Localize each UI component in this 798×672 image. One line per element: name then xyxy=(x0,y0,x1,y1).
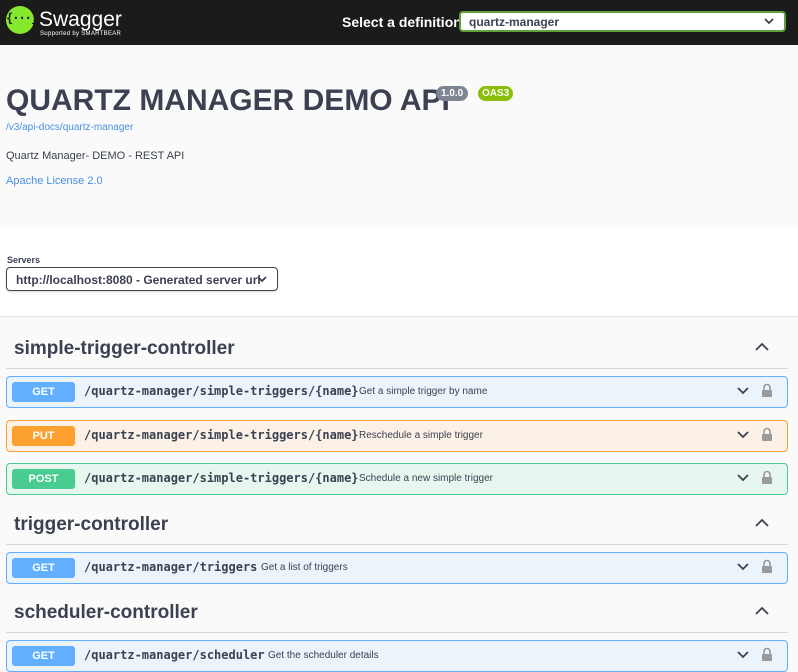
operation-post-simple-trigger[interactable]: POST /quartz-manager/simple-triggers/{na… xyxy=(6,463,788,495)
method-badge: PUT xyxy=(12,426,75,446)
chevron-down-icon xyxy=(257,276,267,283)
license-link[interactable]: Apache License 2.0 xyxy=(6,175,103,187)
swagger-logo-icon[interactable]: {···} xyxy=(6,6,38,34)
definition-selected-value: quartz-manager xyxy=(469,15,560,29)
tag-title: scheduler-controller xyxy=(14,602,198,623)
operation-summary: Schedule a new simple trigger xyxy=(359,473,493,484)
chevron-down-icon[interactable] xyxy=(736,430,750,440)
api-description: Quartz Manager- DEMO - REST API xyxy=(6,150,185,162)
definition-label: Select a definition xyxy=(342,14,462,30)
chevron-up-icon[interactable] xyxy=(754,518,770,528)
tag-title: simple-trigger-controller xyxy=(14,338,235,359)
chevron-down-icon[interactable] xyxy=(736,650,750,660)
operation-path: /quartz-manager/simple-triggers/{name} xyxy=(84,384,359,398)
lock-icon[interactable] xyxy=(761,470,773,485)
oas-badge: OAS3 xyxy=(478,86,514,101)
lock-icon[interactable] xyxy=(761,559,773,574)
operation-path: /quartz-manager/scheduler xyxy=(84,648,265,662)
chevron-up-icon[interactable] xyxy=(754,606,770,616)
servers-section: Servers http://localhost:8080 - Generate… xyxy=(0,228,798,317)
method-badge: GET xyxy=(12,382,75,402)
servers-label: Servers xyxy=(7,255,41,265)
lock-icon[interactable] xyxy=(761,383,773,398)
operation-path: /quartz-manager/triggers xyxy=(84,560,258,574)
api-title: QUARTZ MANAGER DEMO API xyxy=(6,84,450,117)
method-badge: POST xyxy=(12,469,75,489)
operation-summary: Reschedule a simple trigger xyxy=(359,430,483,441)
chevron-down-icon[interactable] xyxy=(736,562,750,572)
method-badge: GET xyxy=(12,558,75,578)
chevron-down-icon[interactable] xyxy=(736,473,750,483)
chevron-up-icon[interactable] xyxy=(754,342,770,352)
operation-path: /quartz-manager/simple-triggers/{name} xyxy=(84,471,359,485)
tag-trigger-controller[interactable]: trigger-controller xyxy=(6,508,788,545)
operation-summary: Get the scheduler details xyxy=(268,650,379,661)
tag-title: trigger-controller xyxy=(14,514,169,535)
tag-simple-trigger-controller[interactable]: simple-trigger-controller xyxy=(6,332,788,369)
lock-icon[interactable] xyxy=(761,647,773,662)
operation-summary: Get a simple trigger by name xyxy=(359,386,488,397)
api-docs-link[interactable]: /v3/api-docs/quartz-manager xyxy=(6,122,133,133)
definition-select[interactable]: quartz-manager xyxy=(459,11,786,32)
topbar: {···} Swagger Supported by SMARTBEAR Sel… xyxy=(0,0,798,45)
brand-subtitle: Supported by SMARTBEAR xyxy=(40,31,122,37)
tag-scheduler-controller[interactable]: scheduler-controller xyxy=(6,596,788,633)
chevron-down-icon xyxy=(764,18,774,25)
servers-selected-value: http://localhost:8080 - Generated server… xyxy=(16,273,261,287)
version-badge: 1.0.0 xyxy=(436,86,469,101)
operation-get-simple-trigger[interactable]: GET /quartz-manager/simple-triggers/{nam… xyxy=(6,376,788,408)
lock-icon[interactable] xyxy=(761,427,773,442)
operation-get-triggers[interactable]: GET /quartz-manager/triggers Get a list … xyxy=(6,552,788,584)
operation-put-simple-trigger[interactable]: PUT /quartz-manager/simple-triggers/{nam… xyxy=(6,420,788,452)
method-badge: GET xyxy=(12,646,75,666)
operation-summary: Get a list of triggers xyxy=(261,562,348,573)
operation-path: /quartz-manager/simple-triggers/{name} xyxy=(84,428,359,442)
servers-select[interactable]: http://localhost:8080 - Generated server… xyxy=(6,267,278,291)
brand-name[interactable]: Swagger xyxy=(39,8,122,32)
chevron-down-icon[interactable] xyxy=(736,386,750,396)
operation-get-scheduler[interactable]: GET /quartz-manager/scheduler Get the sc… xyxy=(6,640,788,672)
